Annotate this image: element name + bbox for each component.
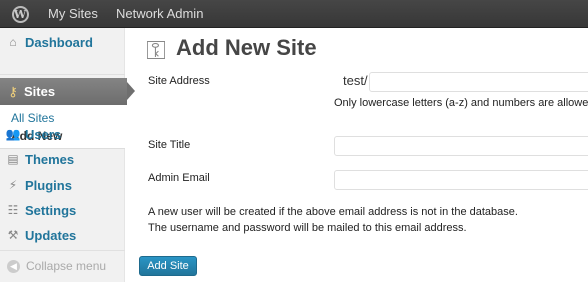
users-icon: 👥 [5,127,21,141]
site-title-label: Site Title [148,139,191,151]
site-address-input[interactable] [369,72,588,92]
admin-email-label: Admin Email [148,172,210,184]
dashboard-icon: ⌂ [9,35,17,49]
themes-icon: ▤ [7,152,19,166]
admin-email-input[interactable] [334,170,588,190]
site-address-label: Site Address [148,75,210,87]
sites-keys-icon: ⚿ [146,35,166,65]
settings-icon: ☷ [7,203,19,217]
menu-separator [0,74,125,75]
menu-themes-label: Themes [25,151,75,167]
menu-plugins-label: Plugins [25,177,72,193]
admin-bar: W My Sites Network Admin [0,0,588,28]
key-icon: ⚷ [8,83,18,99]
network-admin-link[interactable]: Network Admin [116,0,203,28]
menu-plugins[interactable]: ⚡ Plugins [0,173,125,197]
mail-note: The username and password will be mailed… [148,222,467,234]
main-content: ⚿ Add New Site Site Address test/ Only l… [126,28,588,282]
menu-sites[interactable]: ⚷ Sites [0,78,135,105]
menu-settings-label: Settings [25,202,77,218]
menu-dashboard-label: Dashboard [25,34,93,50]
menu-dashboard[interactable]: ⌂ Dashboard [0,30,125,54]
my-sites-link[interactable]: My Sites [48,0,98,28]
admin-sidebar: ⌂ Dashboard ⚷ Sites All Sites Add New 👥 … [0,28,135,282]
site-address-hint: Only lowercase letters (a-z) and numbers… [334,97,588,109]
menu-users[interactable]: 👥 Users [0,122,125,146]
site-title-input[interactable] [334,136,588,156]
plugins-icon: ⚡ [8,178,18,192]
site-address-prefix: test/ [343,73,368,88]
collapse-menu-label: Collapse menu [26,259,107,273]
new-user-note: A new user will be created if the above … [148,206,518,218]
menu-settings[interactable]: ☷ Settings [0,198,125,222]
menu-themes[interactable]: ▤ Themes [0,147,125,171]
menu-sites-label: Sites [24,84,56,99]
collapse-menu[interactable]: ◀ Collapse menu [0,256,125,276]
updates-icon: ⚒ [7,228,19,242]
menu-separator [0,250,125,251]
menu-users-label: Users [25,126,62,142]
page-title: Add New Site [176,35,317,60]
menu-updates-label: Updates [25,227,77,243]
menu-updates[interactable]: ⚒ Updates [0,223,125,247]
add-site-button[interactable]: Add Site [139,256,197,276]
collapse-arrow-icon: ◀ [7,259,20,273]
wordpress-logo-icon[interactable]: W [0,0,40,28]
